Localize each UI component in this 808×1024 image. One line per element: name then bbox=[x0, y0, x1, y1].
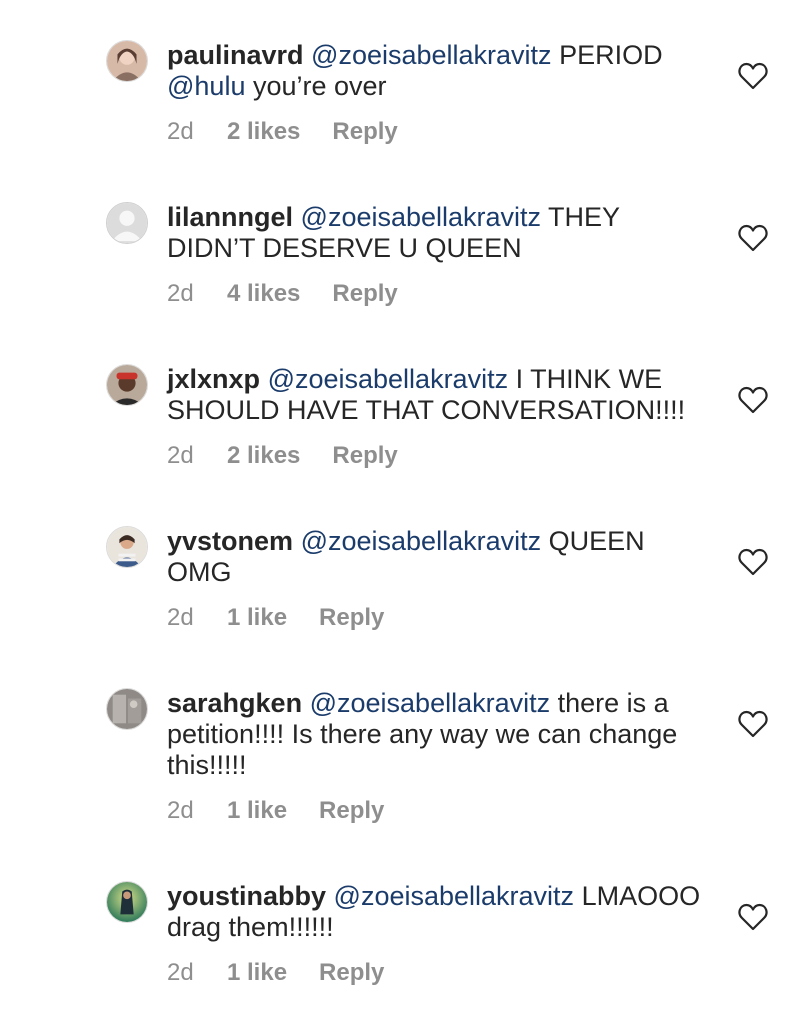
comment-likes-count[interactable]: 2 likes bbox=[227, 118, 300, 146]
comment-likes-count[interactable]: 4 likes bbox=[227, 280, 300, 308]
comment-timestamp: 2d bbox=[167, 797, 194, 824]
avatar[interactable] bbox=[106, 202, 148, 244]
avatar[interactable] bbox=[106, 526, 148, 568]
comment-text: yvstonem @zoeisabellakravitz QUEEN OMG bbox=[167, 526, 707, 588]
comment-likes-count[interactable]: 2 likes bbox=[227, 442, 300, 470]
reply-button[interactable]: Reply bbox=[332, 118, 397, 146]
avatar[interactable] bbox=[106, 688, 148, 730]
comment-text: lilannngel @zoeisabellakravitz THEY DIDN… bbox=[167, 202, 707, 264]
comment-username[interactable]: yvstonem bbox=[167, 526, 293, 556]
comment-text: youstinabby @zoeisabellakravitz LMAOOO d… bbox=[167, 881, 707, 943]
comment-username[interactable]: paulinavrd bbox=[167, 40, 304, 70]
comment-meta: 2d 2 likes Reply bbox=[167, 442, 398, 470]
reply-button[interactable]: Reply bbox=[319, 959, 384, 987]
heart-outline-icon[interactable] bbox=[738, 548, 768, 576]
reply-button[interactable]: Reply bbox=[319, 604, 384, 632]
comment-username[interactable]: youstinabby bbox=[167, 881, 326, 911]
comment-username[interactable]: sarahgken bbox=[167, 688, 302, 718]
comment-body: you’re over bbox=[245, 71, 387, 101]
heart-outline-icon[interactable] bbox=[738, 710, 768, 738]
reply-button[interactable]: Reply bbox=[332, 442, 397, 470]
comment-likes-count[interactable]: 1 like bbox=[227, 604, 287, 632]
comment-likes-count[interactable]: 1 like bbox=[227, 797, 287, 825]
comment-timestamp: 2d bbox=[167, 604, 194, 631]
comment-text: paulinavrd @zoeisabellakravitz PERIOD @h… bbox=[167, 40, 707, 102]
reply-button[interactable]: Reply bbox=[332, 280, 397, 308]
avatar[interactable] bbox=[106, 881, 148, 923]
comment-timestamp: 2d bbox=[167, 280, 194, 307]
reply-button[interactable]: Reply bbox=[319, 797, 384, 825]
comment-meta: 2d 4 likes Reply bbox=[167, 280, 398, 308]
heart-outline-icon[interactable] bbox=[738, 224, 768, 252]
comment-mention[interactable]: @zoeisabellakravitz bbox=[334, 881, 575, 911]
comment-body: PERIOD bbox=[551, 40, 663, 70]
avatar[interactable] bbox=[106, 364, 148, 406]
comment-mention[interactable]: @hulu bbox=[167, 71, 245, 101]
comment-timestamp: 2d bbox=[167, 118, 194, 145]
heart-outline-icon[interactable] bbox=[738, 62, 768, 90]
heart-outline-icon[interactable] bbox=[738, 903, 768, 931]
comment-meta: 2d 2 likes Reply bbox=[167, 118, 398, 146]
comment-username[interactable]: jxlxnxp bbox=[167, 364, 260, 394]
comment-mention[interactable]: @zoeisabellakravitz bbox=[301, 526, 542, 556]
heart-outline-icon[interactable] bbox=[738, 386, 768, 414]
comment-meta: 2d 1 like Reply bbox=[167, 959, 384, 987]
comment-mention[interactable]: @zoeisabellakravitz bbox=[310, 688, 551, 718]
comment-mention[interactable]: @zoeisabellakravitz bbox=[268, 364, 509, 394]
avatar[interactable] bbox=[106, 40, 148, 82]
comment-likes-count[interactable]: 1 like bbox=[227, 959, 287, 987]
comment-timestamp: 2d bbox=[167, 442, 194, 469]
comment-mention[interactable]: @zoeisabellakravitz bbox=[311, 40, 552, 70]
comment-username[interactable]: lilannngel bbox=[167, 202, 293, 232]
comment-meta: 2d 1 like Reply bbox=[167, 797, 384, 825]
comment-meta: 2d 1 like Reply bbox=[167, 604, 384, 632]
comment-text: jxlxnxp @zoeisabellakravitz I THINK WE S… bbox=[167, 364, 707, 426]
comment-mention[interactable]: @zoeisabellakravitz bbox=[301, 202, 542, 232]
comment-text: sarahgken @zoeisabellakravitz there is a… bbox=[167, 688, 707, 781]
comment-timestamp: 2d bbox=[167, 959, 194, 986]
